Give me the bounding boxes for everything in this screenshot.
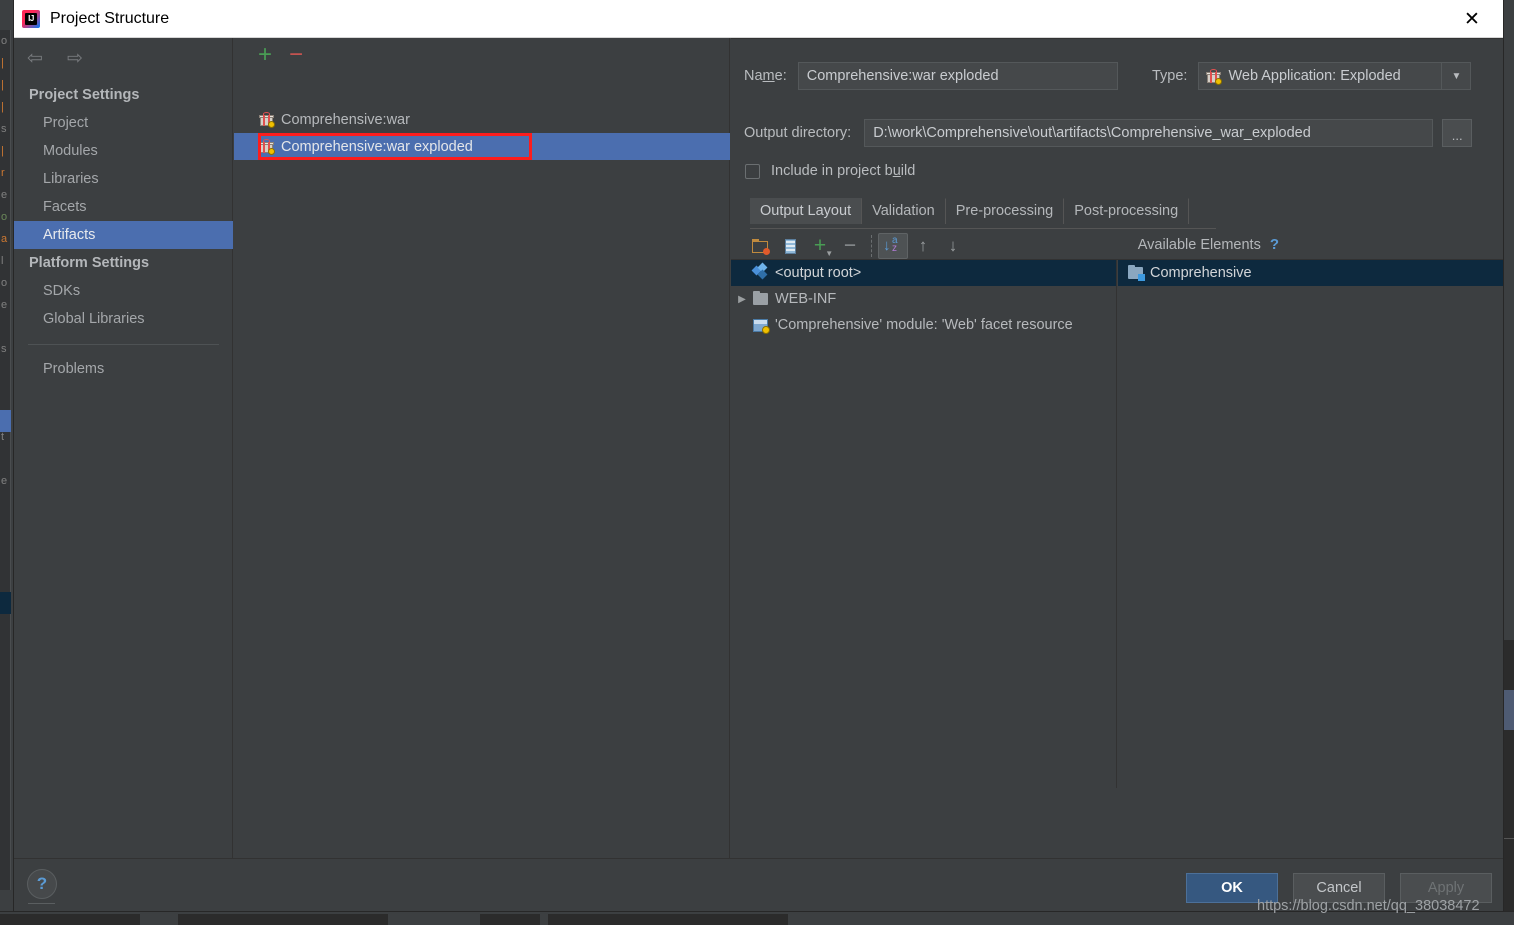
available-elements-header: Available Elements ? <box>1138 236 1279 253</box>
tree-row-label: Comprehensive <box>1150 265 1252 281</box>
web-application-exploded-icon <box>1206 68 1223 85</box>
type-field-row: Type: Web Application: Exploded ▼ <box>1152 62 1472 90</box>
toolbar-separator <box>871 235 872 257</box>
ide-editor-gutter-sliver: o | | | s | r e o a l o e s e t e <box>0 30 11 890</box>
sidebar-item-artifacts[interactable]: Artifacts <box>14 221 233 249</box>
help-icon[interactable]: ? <box>27 869 57 899</box>
tree-row-web-facet-resources[interactable]: 'Comprehensive' module: 'Web' facet reso… <box>731 312 1116 338</box>
nav-group-project-settings: Project Settings <box>29 87 140 103</box>
settings-navigation-panel: ⇦ ⇨ Project Settings Project Modules Lib… <box>14 38 233 858</box>
output-directory-label: Output directory: <box>744 125 852 141</box>
include-in-build-row[interactable]: Include in project build <box>745 163 915 179</box>
name-field-row: Name: Comprehensive:war exploded <box>744 62 1118 90</box>
ide-right-panel-sliver <box>1502 640 1514 920</box>
dialog-body: ⇦ ⇨ Project Settings Project Modules Lib… <box>14 38 1503 858</box>
detail-top-border <box>731 38 1503 39</box>
artifact-war-exploded-icon <box>259 139 275 155</box>
artifacts-toolbar: + − <box>258 43 303 67</box>
dialog-title: Project Structure <box>50 10 170 27</box>
module-folder-icon <box>1128 265 1145 281</box>
project-structure-dialog: IJ Project Structure ✕ ⇦ ⇨ Project Setti… <box>14 0 1503 911</box>
name-input[interactable]: Comprehensive:war exploded <box>797 62 1118 90</box>
layout-tree-split: <output root> ▶ WEB-INF 'Comprehensive' … <box>731 260 1503 788</box>
list-item-label: Comprehensive:war exploded <box>281 138 473 155</box>
add-artifact-button[interactable]: + <box>258 43 272 67</box>
tab-post-processing[interactable]: Post-processing <box>1064 198 1190 224</box>
ide-left-edge-sliver: o | | | s | r e o a l o e s e t e <box>0 0 14 925</box>
include-in-build-checkbox[interactable] <box>745 163 760 179</box>
list-item-label: Comprehensive:war <box>281 111 410 128</box>
type-combobox-value: Web Application: Exploded <box>1228 68 1401 84</box>
sort-alphabetically-icon[interactable]: ↓ a z <box>878 233 908 259</box>
browse-output-directory-button[interactable]: ... <box>1442 119 1473 147</box>
artifact-detail-panel: Name: Comprehensive:war exploded Type: W… <box>731 38 1503 858</box>
available-elements-tree[interactable]: Comprehensive <box>1118 260 1503 788</box>
detail-tabs: Output Layout Validation Pre-processing … <box>750 198 1190 224</box>
close-icon[interactable]: ✕ <box>1449 0 1495 38</box>
ide-selected-line-sliver <box>0 410 11 432</box>
artifacts-list-panel: + − Comprehensive:war Comprehensive:war … <box>234 38 730 858</box>
output-root-icon <box>751 262 769 280</box>
remove-artifact-button[interactable]: − <box>289 43 303 67</box>
ide-right-divider <box>1502 838 1514 839</box>
watermark-text: https://blog.csdn.net/qq_38038472 <box>1257 898 1480 914</box>
tree-row-label: WEB-INF <box>775 291 837 307</box>
output-layout-tree[interactable]: <output root> ▶ WEB-INF 'Comprehensive' … <box>731 260 1117 788</box>
nav-group-platform-settings: Platform Settings <box>29 255 150 271</box>
nav-divider <box>28 344 219 345</box>
tab-output-layout[interactable]: Output Layout <box>750 198 863 224</box>
list-item[interactable]: Comprehensive:war exploded <box>234 133 730 160</box>
tabs-underline <box>750 228 1216 229</box>
forward-icon[interactable]: ⇨ <box>64 48 86 70</box>
sidebar-item-facets[interactable]: Facets <box>14 193 233 221</box>
tab-validation[interactable]: Validation <box>862 198 946 224</box>
include-in-build-label: Include in project build <box>771 163 916 179</box>
tree-row-comprehensive-module[interactable]: Comprehensive <box>1118 260 1503 286</box>
chevron-right-icon[interactable]: ▶ <box>731 294 753 305</box>
intellij-idea-icon: IJ <box>22 10 40 28</box>
move-down-icon[interactable]: ↓ <box>938 233 968 259</box>
ide-caret-line-sliver <box>0 592 11 614</box>
sidebar-item-modules[interactable]: Modules <box>14 137 233 165</box>
ide-right-selection-sliver <box>1502 690 1514 730</box>
sidebar-item-problems[interactable]: Problems <box>14 355 233 383</box>
sidebar-item-global-libraries[interactable]: Global Libraries <box>14 305 233 333</box>
output-layout-toolbar: + ▼ − ↓ a z ↑ ↓ <box>745 233 968 259</box>
sidebar-item-sdks[interactable]: SDKs <box>14 277 233 305</box>
sidebar-item-libraries[interactable]: Libraries <box>14 165 233 193</box>
tree-row-label: <output root> <box>775 265 862 281</box>
create-archive-icon[interactable] <box>775 233 805 259</box>
output-directory-input[interactable]: D:\work\Comprehensive\out\artifacts\Comp… <box>864 119 1434 147</box>
create-directory-icon[interactable] <box>745 233 775 259</box>
nav-history-arrows: ⇦ ⇨ <box>24 48 86 70</box>
tab-pre-processing[interactable]: Pre-processing <box>946 198 1065 224</box>
output-directory-row: Output directory: D:\work\Comprehensive\… <box>744 119 1473 147</box>
folder-icon <box>753 291 768 305</box>
artifact-war-icon <box>259 112 275 128</box>
move-up-icon[interactable]: ↑ <box>908 233 938 259</box>
type-label: Type: <box>1152 68 1188 84</box>
chevron-down-icon[interactable]: ▼ <box>1441 63 1471 89</box>
tree-row-label: 'Comprehensive' module: 'Web' facet reso… <box>775 317 1073 333</box>
tree-row-web-inf[interactable]: ▶ WEB-INF <box>731 286 1116 312</box>
type-combobox[interactable]: Web Application: Exploded ▼ <box>1198 62 1472 90</box>
remove-element-icon[interactable]: − <box>835 233 865 259</box>
list-item[interactable]: Comprehensive:war <box>234 106 730 133</box>
add-copy-of-icon[interactable]: + ▼ <box>805 233 835 259</box>
web-facet-icon <box>753 318 770 334</box>
tree-row-output-root[interactable]: <output root> <box>731 260 1116 286</box>
help-underline <box>28 903 55 904</box>
name-label: Name: <box>744 68 787 84</box>
available-elements-label: Available Elements <box>1137 236 1261 253</box>
back-icon[interactable]: ⇦ <box>24 48 46 70</box>
selection-marker <box>234 133 248 160</box>
ide-right-edge-sliver <box>1502 0 1514 925</box>
dialog-titlebar: IJ Project Structure ✕ <box>14 0 1503 38</box>
help-icon[interactable]: ? <box>1270 236 1279 253</box>
sidebar-item-project[interactable]: Project <box>14 109 233 137</box>
